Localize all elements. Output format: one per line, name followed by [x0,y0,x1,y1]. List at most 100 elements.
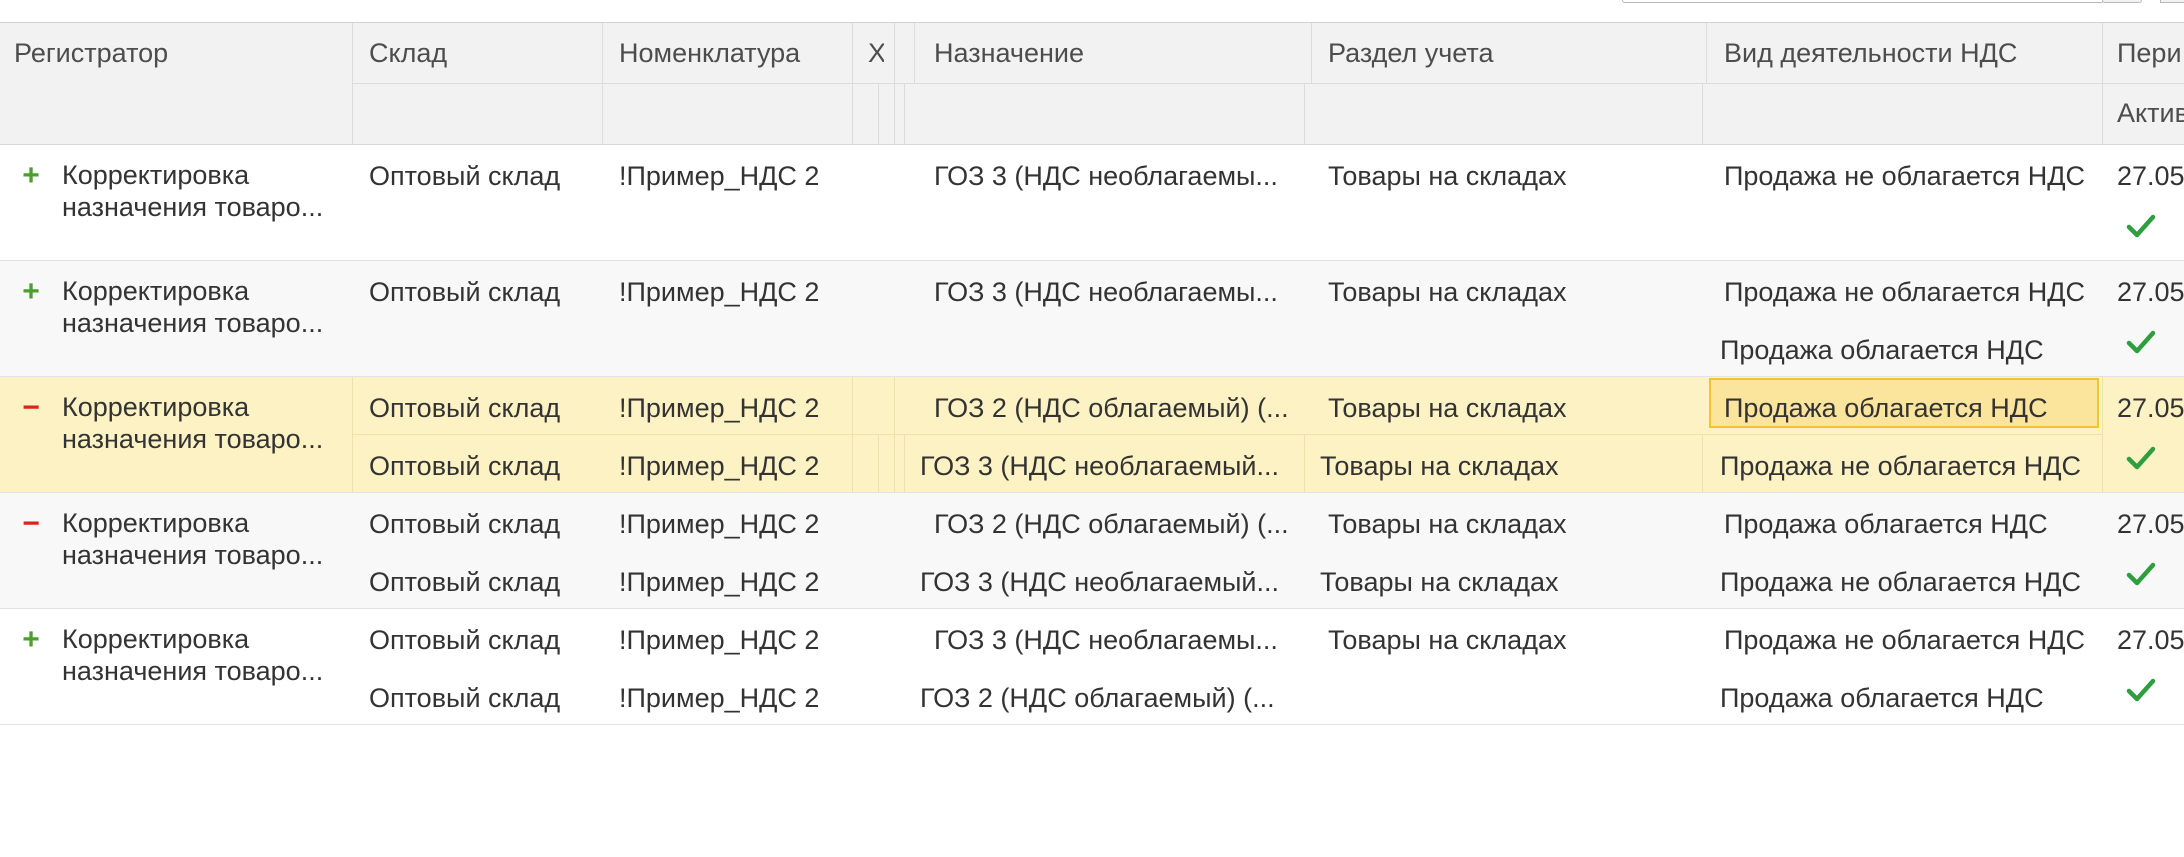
period-cell[interactable]: 27.05 [2117,623,2184,657]
vat-activity-cell[interactable]: Продажа облагается НДС [1724,391,2094,425]
registrator-line1: Корректировка [62,160,250,190]
plus-icon: + [22,623,40,656]
registrator-line2: назначения товаро... [62,308,324,338]
account-section-cell-2[interactable]: Товары на складах [1320,565,1690,599]
account-section-cell-2[interactable]: Товары на складах [1320,449,1690,483]
search-dropdown-button[interactable] [2102,0,2142,3]
purpose-cell[interactable]: ГОЗ 3 (НДС необлагаемы... [934,159,1299,193]
registrator-line2: назначения товаро... [62,424,324,454]
warehouse-cell[interactable]: Оптовый склад [369,159,599,193]
column-divider [878,434,879,492]
header-account-section[interactable]: Раздел учета [1328,23,1698,83]
records-table: Регистратор Склад Номенклатура Х Назначе… [0,23,2184,725]
header-registrator[interactable]: Регистратор [14,23,344,83]
purpose-cell-2[interactable]: ГОЗ 3 (НДС необлагаемый... [920,565,1285,599]
warehouse-cell[interactable]: Оптовый склад [369,275,599,309]
nomenclature-cell-2[interactable]: !Пример_НДС 2 [619,681,849,715]
column-divider [2102,377,2103,492]
check-icon [2126,214,2156,238]
registrator-line1: Корректировка [62,508,250,538]
column-divider [914,23,915,83]
period-cell[interactable]: 27.05 [2117,507,2184,541]
table-row[interactable]: + Корректировка назначения товаро... Опт… [0,261,2184,377]
nomenclature-cell[interactable]: !Пример_НДС 2 [619,275,849,309]
header-period[interactable]: Пери [2117,23,2184,83]
header-vat-activity[interactable]: Вид деятельности НДС [1724,23,2094,83]
account-section-cell-2[interactable] [1320,681,1690,715]
column-divider [1311,23,1312,83]
account-section-cell[interactable]: Товары на складах [1328,391,1698,425]
registrator-line2: назначения товаро... [62,192,324,222]
column-divider [1702,83,1703,144]
check-icon [2126,330,2156,354]
column-divider [904,83,905,144]
nomenclature-cell[interactable]: !Пример_НДС 2 [619,507,849,541]
vat-activity-cell[interactable]: Продажа не облагается НДС [1724,275,2099,309]
vat-activity-cell[interactable]: Продажа не облагается НДС [1724,159,2099,193]
toolbar-button[interactable] [2160,0,2184,3]
warehouse-cell[interactable]: Оптовый склад [369,623,599,657]
period-cell[interactable]: 27.05 [2117,391,2184,425]
header-row-divider [352,83,2184,84]
header-purpose[interactable]: Назначение [934,23,1304,83]
account-section-cell[interactable]: Товары на складах [1328,275,1698,309]
column-divider [878,83,879,144]
sub-row-divider [352,434,2102,435]
header-characteristic[interactable]: Х [868,23,884,83]
header-nomenclature[interactable]: Номенклатура [619,23,849,83]
purpose-cell[interactable]: ГОЗ 3 (НДС необлагаемы... [934,275,1299,309]
nomenclature-cell[interactable]: !Пример_НДС 2 [619,391,849,425]
registrator-line2: назначения товаро... [62,656,324,686]
registrator-line1: Корректировка [62,392,250,422]
registrator-cell[interactable]: Корректировка назначения товаро... [62,159,323,223]
nomenclature-cell-2[interactable]: !Пример_НДС 2 [619,565,849,599]
table-row-selected[interactable]: − Корректировка назначения товаро... Опт… [0,377,2184,493]
warehouse-cell-2[interactable]: Оптовый склад [369,565,599,599]
registrator-line1: Корректировка [62,276,250,306]
vat-activity-cell-2[interactable]: Продажа не облагается НДС [1720,449,2095,483]
account-section-cell[interactable]: Товары на складах [1328,507,1698,541]
check-icon [2126,678,2156,702]
account-section-cell[interactable]: Товары на складах [1328,159,1698,193]
period-cell[interactable]: 27.05 [2117,159,2184,193]
registrator-line1: Корректировка [62,624,250,654]
period-cell[interactable]: 27.05 [2117,275,2184,309]
header-active[interactable]: Активн [2117,83,2184,144]
warehouse-cell-2[interactable]: Оптовый склад [369,449,599,483]
column-divider [1702,434,1703,492]
minus-icon: − [22,391,40,424]
registrator-cell[interactable]: Корректировка назначения товаро... [62,507,323,571]
header-warehouse[interactable]: Склад [369,23,589,83]
toolbar-strip [0,0,2184,23]
account-section-cell[interactable]: Товары на складах [1328,623,1698,657]
nomenclature-cell-2[interactable]: !Пример_НДС 2 [619,449,849,483]
column-divider [904,434,905,492]
nomenclature-cell[interactable]: !Пример_НДС 2 [619,623,849,657]
purpose-cell-2[interactable]: ГОЗ 2 (НДС облагаемый) (... [920,681,1285,715]
warehouse-cell[interactable]: Оптовый склад [369,507,599,541]
registrator-cell[interactable]: Корректировка назначения товаро... [62,623,323,687]
purpose-cell[interactable]: ГОЗ 3 (НДС необлагаемы... [934,623,1299,657]
registrator-cell[interactable]: Корректировка назначения товаро... [62,391,323,455]
vat-activity-cell[interactable]: Продажа не облагается НДС [1724,623,2099,657]
nomenclature-cell[interactable]: !Пример_НДС 2 [619,159,849,193]
purpose-cell[interactable]: ГОЗ 2 (НДС облагаемый) (... [934,507,1299,541]
vat-activity-cell[interactable]: Продажа облагается НДС [1724,507,2099,541]
check-icon [2126,446,2156,470]
registrator-cell[interactable]: Корректировка назначения товаро... [62,275,323,339]
table-row[interactable]: − Корректировка назначения товаро... Опт… [0,493,2184,609]
purpose-cell[interactable]: ГОЗ 2 (НДС облагаемый) (... [934,391,1299,425]
warehouse-cell-2[interactable]: Оптовый склад [369,681,599,715]
plus-icon: + [22,275,40,308]
warehouse-cell[interactable]: Оптовый склад [369,391,599,425]
table-row[interactable]: + Корректировка назначения товаро... Опт… [0,609,2184,725]
plus-icon: + [22,159,40,192]
purpose-cell-2[interactable]: ГОЗ 3 (НДС необлагаемый... [920,449,1285,483]
minus-icon: − [22,507,40,540]
table-row[interactable]: + Корректировка назначения товаро... Опт… [0,145,2184,261]
vat-activity-cell-2[interactable]: Продажа не облагается НДС [1720,565,2095,599]
column-divider [1706,23,1707,83]
vat-activity-cell-2[interactable]: Продажа облагается НДС [1720,681,2095,715]
vat-activity-cell-2[interactable]: Продажа облагается НДС [1720,333,2095,367]
search-input[interactable] [1622,0,2104,3]
